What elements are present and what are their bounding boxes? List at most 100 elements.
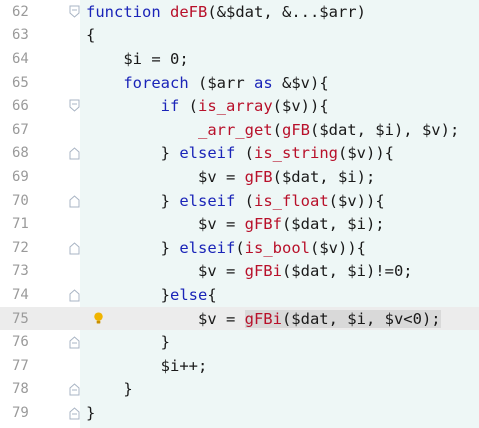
code-token: $v = [86,215,245,234]
keyword-token: function [86,2,170,21]
code-token: { [207,285,217,304]
code-text[interactable]: } [86,380,132,398]
line-number: 71 [12,216,29,233]
code-text[interactable]: function deFB(&$dat, &...$arr) [86,3,366,21]
code-text[interactable]: $i = 0; [86,49,189,68]
function-token: is_array [198,97,273,116]
function-token: gFBi [244,262,282,281]
code-line-70[interactable]: 70 } elseif (is_float($v)){ [0,189,479,213]
code-line-77[interactable]: 77 $i++; [0,354,479,378]
code-line-79[interactable]: 79} [0,401,479,425]
code-text[interactable]: } elseif (is_float($v)){ [86,192,385,210]
code-token: ($v)){ [328,191,385,210]
code-line-72[interactable]: 72 } elseif(is_bool($v)){ [0,236,479,260]
code-line-76[interactable]: 76 } [0,330,479,354]
fold-close-icon[interactable] [68,145,80,161]
code-line-71[interactable]: 71 $v = gFBf($dat, $i); [0,212,479,236]
line-number: 76 [12,334,29,351]
code-text[interactable]: } elseif(is_bool($v)){ [86,239,366,257]
code-token: $v = [86,167,245,186]
code-token: } [86,144,180,163]
code-line-65[interactable]: 65 foreach ($arr as &$v){ [0,71,479,95]
code-text[interactable]: } [86,404,95,422]
line-number: 74 [12,286,29,303]
function-token: is_float [254,191,329,210]
function-token: gFBf [244,215,282,234]
code-token: } [86,403,96,422]
code-line-75[interactable]: 75 $v = gFBi($dat, $i, $v<0); [0,306,479,331]
fold-end-icon[interactable] [68,381,80,397]
fold-close-icon[interactable] [68,287,80,303]
line-number: 72 [12,239,29,256]
code-text[interactable]: if (is_array($v)){ [86,97,329,115]
code-text[interactable]: } [86,333,170,351]
keyword-token: elseif [179,144,236,163]
code-token: (&$dat, &...$arr) [207,2,366,21]
fold-open-icon[interactable] [68,98,80,114]
line-number: 68 [12,145,29,162]
code-line-73[interactable]: 73 $v = gFBi($dat, $i)!=0; [0,260,479,284]
function-token: _arr_get [197,120,273,139]
code-text[interactable]: $v = gFB($dat, $i); [86,168,375,186]
code-text[interactable]: }else{ [86,286,217,304]
code-token: $v = [86,262,245,281]
line-number: 65 [12,74,29,91]
code-line-78[interactable]: 78 } [0,378,479,402]
code-text[interactable]: { [86,26,95,44]
fold-end-icon[interactable] [68,334,80,350]
code-token: ($v)){ [310,238,366,257]
fold-open-icon[interactable] [68,4,80,20]
line-number: 64 [12,50,29,67]
code-token: ( [235,191,254,210]
code-token: $i = 0; [86,49,189,68]
code-token: ($v)){ [272,97,329,116]
code-token: } [86,285,170,304]
fold-close-icon[interactable] [68,193,80,209]
code-line-69[interactable]: 69 $v = gFB($dat, $i); [0,165,479,189]
code-token: ( [179,97,198,116]
code-line-64[interactable]: 64 $i = 0; [0,47,479,71]
line-number: 66 [12,98,29,115]
line-number: 63 [12,27,29,44]
function-token: is_bool [244,238,310,257]
code-token: ($arr [188,73,254,92]
function-token: deFB [170,2,208,21]
code-text[interactable]: $v = gFBi($dat, $i, $v<0); [86,309,441,328]
function-token: is_string [254,144,338,163]
code-token: ($dat, $i, $v<0); [281,309,441,328]
code-line-62[interactable]: 62 function deFB(&$dat, &...$arr) [0,0,479,24]
code-text[interactable]: _arr_get(gFB($dat, $i), $v); [86,121,459,139]
code-line-68[interactable]: 68 } elseif (is_string($v)){ [0,142,479,166]
keyword-token: foreach [123,73,189,92]
code-token: } [86,333,170,352]
line-number: 77 [12,357,29,374]
code-token: } [86,238,180,257]
function-token: gFB [244,167,273,186]
code-line-67[interactable]: 67 _arr_get(gFB($dat, $i), $v); [0,118,479,142]
code-text[interactable]: } elseif (is_string($v)){ [86,144,394,162]
code-token: ( [235,238,245,257]
function-token: gFBi [244,309,282,328]
code-text[interactable]: foreach ($arr as &$v){ [86,73,328,92]
fold-end-icon[interactable] [68,405,80,421]
code-token: { [86,26,96,45]
code-text[interactable]: $v = gFBf($dat, $i); [86,215,385,233]
code-token: $i++; [86,356,208,375]
code-token: ( [272,120,282,139]
line-number: 73 [12,263,29,280]
code-text[interactable]: $i++; [86,356,208,375]
code-line-74[interactable]: 74 }else{ [0,283,479,307]
keyword-token: as [253,73,273,92]
code-token: $v = [86,309,245,328]
code-token: ($dat, $i)!=0; [281,262,413,281]
fold-close-icon[interactable] [68,240,80,256]
code-text[interactable]: $v = gFBi($dat, $i)!=0; [86,262,413,280]
code-token: } [86,191,180,210]
code-line-66[interactable]: 66 if (is_array($v)){ [0,94,479,118]
code-line-63[interactable]: 63 { [0,24,479,48]
code-token: ($dat, $i), $v); [309,120,460,139]
code-token: ( [235,144,254,163]
code-editor[interactable]: 62 function deFB(&$dat, &...$arr) 63 {64 $i… [0,0,479,428]
